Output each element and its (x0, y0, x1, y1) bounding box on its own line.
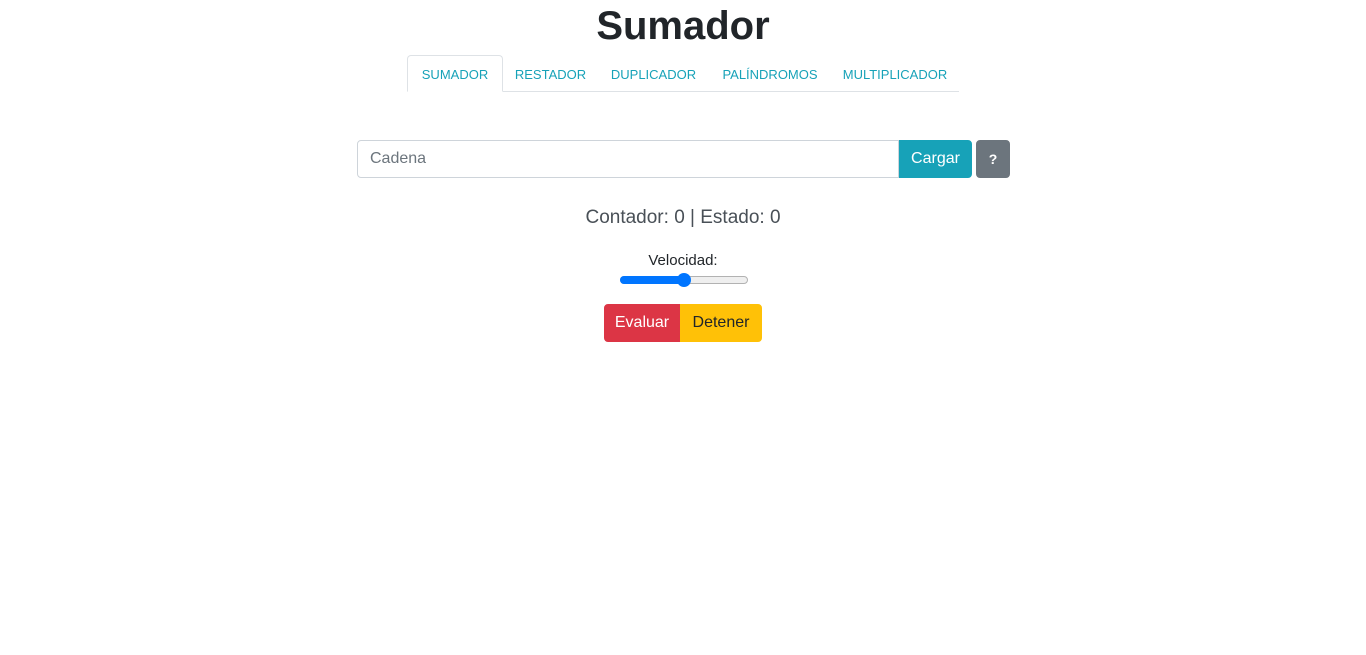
tab-sumador[interactable]: SUMADOR (407, 55, 503, 92)
evaluate-button[interactable]: Evaluar (604, 304, 680, 342)
speed-slider[interactable] (620, 273, 748, 287)
stop-button[interactable]: Detener (680, 304, 762, 342)
action-button-group: Evaluar Detener (604, 304, 762, 342)
tab-bar: SUMADOR RESTADOR DUPLICADOR PALÍNDROMOS … (407, 55, 959, 92)
page-title: Sumador (596, 4, 770, 48)
tab-multiplicador[interactable]: MULTIPLICADOR (831, 55, 959, 91)
load-button[interactable]: Cargar (899, 140, 972, 178)
speed-label: Velocidad: (648, 252, 718, 269)
tab-duplicador[interactable]: DUPLICADOR (598, 55, 709, 91)
string-input[interactable] (357, 140, 899, 178)
tab-restador[interactable]: RESTADOR (503, 55, 598, 91)
speed-slider-fill (620, 276, 684, 284)
status-text: Contador: 0 | Estado: 0 (585, 207, 781, 228)
speed-slider-thumb[interactable] (677, 273, 691, 287)
help-button[interactable]: ? (976, 140, 1010, 178)
string-input-group: Cargar (357, 140, 972, 178)
tab-palindromos[interactable]: PALÍNDROMOS (709, 55, 831, 91)
